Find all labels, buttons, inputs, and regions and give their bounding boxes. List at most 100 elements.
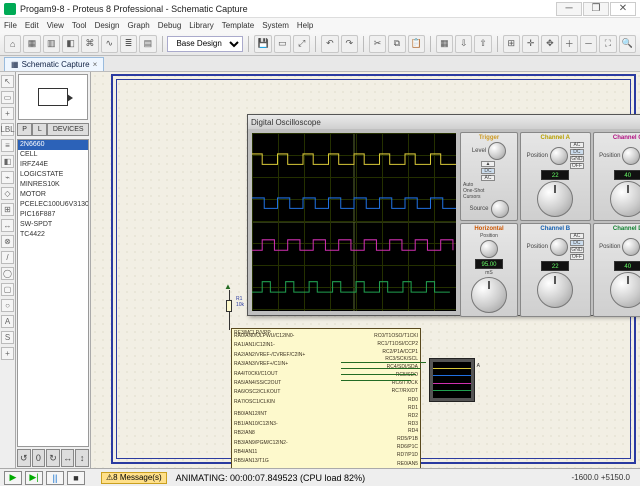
messages-button[interactable]: ⚠ 8 Message(s) (101, 472, 167, 484)
tool-graph-icon[interactable]: ⊗ (1, 235, 14, 248)
tool-line-icon[interactable]: / (1, 251, 14, 264)
tb-export-icon[interactable]: ⇧ (474, 35, 491, 53)
list-item[interactable]: 2N6660 (18, 140, 88, 150)
tb-cut-icon[interactable]: ✂ (369, 35, 386, 53)
list-item[interactable]: IRFZ44E (18, 160, 88, 170)
window-max-button[interactable]: ❐ (583, 2, 609, 16)
menu-template[interactable]: Template (222, 21, 254, 30)
menu-graph[interactable]: Graph (127, 21, 149, 30)
sim-play-button[interactable]: ▶ (4, 471, 22, 485)
list-item[interactable]: PCELEC100U6V3130M (18, 200, 88, 210)
menu-file[interactable]: File (4, 21, 17, 30)
tab-close-icon[interactable]: × (93, 60, 98, 69)
list-item[interactable]: CELL (18, 150, 88, 160)
list-item[interactable]: TC4422 (18, 230, 88, 240)
menu-library[interactable]: Library (189, 21, 213, 30)
tb-bom-icon[interactable]: ≣ (120, 35, 137, 53)
sim-step-button[interactable]: ▶| (25, 471, 43, 485)
tool-box-icon[interactable]: ◯ (1, 267, 14, 280)
tb-origin-icon[interactable]: ✛ (522, 35, 539, 53)
schematic-canvas[interactable]: R110k ▲ RA0/AN0/ULPWU/C12IN0-RA1/AN1/C12… (91, 72, 640, 468)
tool-select-icon[interactable]: ↖ (1, 75, 14, 88)
devices-list[interactable]: 2N6660 CELL IRFZ44E LOGICSTATE MINRES10K… (17, 139, 89, 447)
tb-copy-icon[interactable]: ⧉ (388, 35, 405, 53)
tb-import-icon[interactable]: ⇩ (455, 35, 472, 53)
tool-text-icon[interactable]: A (1, 315, 14, 328)
tool-circle-icon[interactable]: ▢ (1, 283, 14, 296)
tb-pan-icon[interactable]: ✥ (541, 35, 558, 53)
tool-label-icon[interactable]: LBL (1, 123, 14, 136)
tool-device-icon[interactable]: ⊞ (1, 203, 14, 216)
tb-zoomfit-icon[interactable]: ⛶ (599, 35, 616, 53)
tab-schematic-capture[interactable]: ▦ Schematic Capture × (4, 57, 104, 71)
trigger-level-knob[interactable] (488, 142, 506, 160)
mirror-h-button[interactable]: ↔ (61, 449, 75, 467)
trigger-source-knob[interactable] (491, 200, 509, 218)
tool-bus-icon[interactable]: ◧ (1, 155, 14, 168)
tb-redo-icon[interactable]: ↷ (341, 35, 358, 53)
pick-parts-button[interactable]: P (17, 123, 32, 136)
tb-paste-icon[interactable]: 📋 (408, 35, 425, 53)
tool-marker-icon[interactable]: + (1, 347, 14, 360)
tb-zoomout-icon[interactable]: － (580, 35, 597, 53)
tool-arc-icon[interactable]: ○ (1, 299, 14, 312)
list-item[interactable]: MINRES10K (18, 180, 88, 190)
sim-stop-button[interactable]: ■ (67, 471, 85, 485)
mirror-v-button[interactable]: ↕ (75, 449, 89, 467)
menu-view[interactable]: View (47, 21, 64, 30)
tb-home-icon[interactable]: ⌂ (4, 35, 21, 53)
chA-vdiv-knob[interactable] (537, 181, 573, 217)
resistor-r1[interactable]: R110k (226, 290, 234, 320)
tb-zoomarea-icon[interactable]: 🔍 (619, 35, 636, 53)
tb-sheet-icon[interactable]: ▭ (274, 35, 291, 53)
chB-vdiv-knob[interactable] (537, 272, 573, 308)
tb-pcb-icon[interactable]: ▥ (43, 35, 60, 53)
tb-zoomin-icon[interactable]: ＋ (561, 35, 578, 53)
pick-libs-button[interactable]: L (32, 123, 47, 136)
tb-block-icon[interactable]: ▦ (436, 35, 453, 53)
rotate-cw-button[interactable]: ↻ (46, 449, 60, 467)
tool-pin-icon[interactable]: ↔ (1, 219, 14, 232)
chD-position-knob[interactable] (622, 238, 640, 256)
horiz-timediv-knob[interactable] (471, 277, 507, 313)
menu-edit[interactable]: Edit (25, 21, 39, 30)
digital-oscilloscope-window[interactable]: Digital Oscilloscope ✕ (247, 114, 640, 316)
oscilloscope-instrument[interactable]: A (429, 358, 475, 402)
window-min-button[interactable]: ─ (556, 2, 582, 16)
tb-code-icon[interactable]: ⌘ (81, 35, 98, 53)
tool-symbol-icon[interactable]: S (1, 331, 14, 344)
list-item[interactable]: PIC16F887 (18, 210, 88, 220)
tool-junction-icon[interactable]: + (1, 107, 14, 120)
list-item[interactable]: LOGICSTATE (18, 170, 88, 180)
tool-subckt-icon[interactable]: ⌁ (1, 171, 14, 184)
tool-terminal-icon[interactable]: ◇ (1, 187, 14, 200)
sim-pause-button[interactable]: || (46, 471, 64, 485)
chA-position-knob[interactable] (550, 147, 568, 165)
menu-tool[interactable]: Tool (72, 21, 87, 30)
tool-component-icon[interactable]: ▭ (1, 91, 14, 104)
tb-schematic-icon[interactable]: ▦ (23, 35, 40, 53)
menu-system[interactable]: System (262, 21, 289, 30)
list-item[interactable]: SW-SPDT (18, 220, 88, 230)
trig-edge-rise[interactable]: ▲ (481, 161, 495, 167)
menu-design[interactable]: Design (95, 21, 120, 30)
pic16f887-component[interactable]: RA0/AN0/ULPWU/C12IN0-RA1/AN1/C12IN1-RA2/… (231, 328, 421, 468)
design-variant-select[interactable]: Base Design (167, 36, 243, 52)
horiz-position-knob[interactable] (480, 240, 498, 258)
window-close-button[interactable]: ✕ (610, 2, 636, 16)
chD-vdiv-knob[interactable] (610, 272, 640, 308)
list-item[interactable]: MOTOR (18, 190, 88, 200)
osc-titlebar[interactable]: Digital Oscilloscope ✕ (248, 115, 640, 129)
trig-coupling-dc[interactable]: DC (481, 168, 495, 174)
trig-coupling-ac[interactable]: AC (481, 175, 495, 181)
chC-vdiv-knob[interactable] (610, 181, 640, 217)
chC-position-knob[interactable] (622, 147, 640, 165)
chB-position-knob[interactable] (550, 238, 568, 256)
rotate-ccw-button[interactable]: ↺ (17, 449, 31, 467)
tb-save-icon[interactable]: 💾 (254, 35, 271, 53)
tb-more-icon[interactable]: ▤ (139, 35, 156, 53)
tb-graph-icon[interactable]: ∿ (101, 35, 118, 53)
menu-help[interactable]: Help (297, 21, 313, 30)
tb-grid-icon[interactable]: ⊞ (503, 35, 520, 53)
tb-undo-icon[interactable]: ↶ (321, 35, 338, 53)
